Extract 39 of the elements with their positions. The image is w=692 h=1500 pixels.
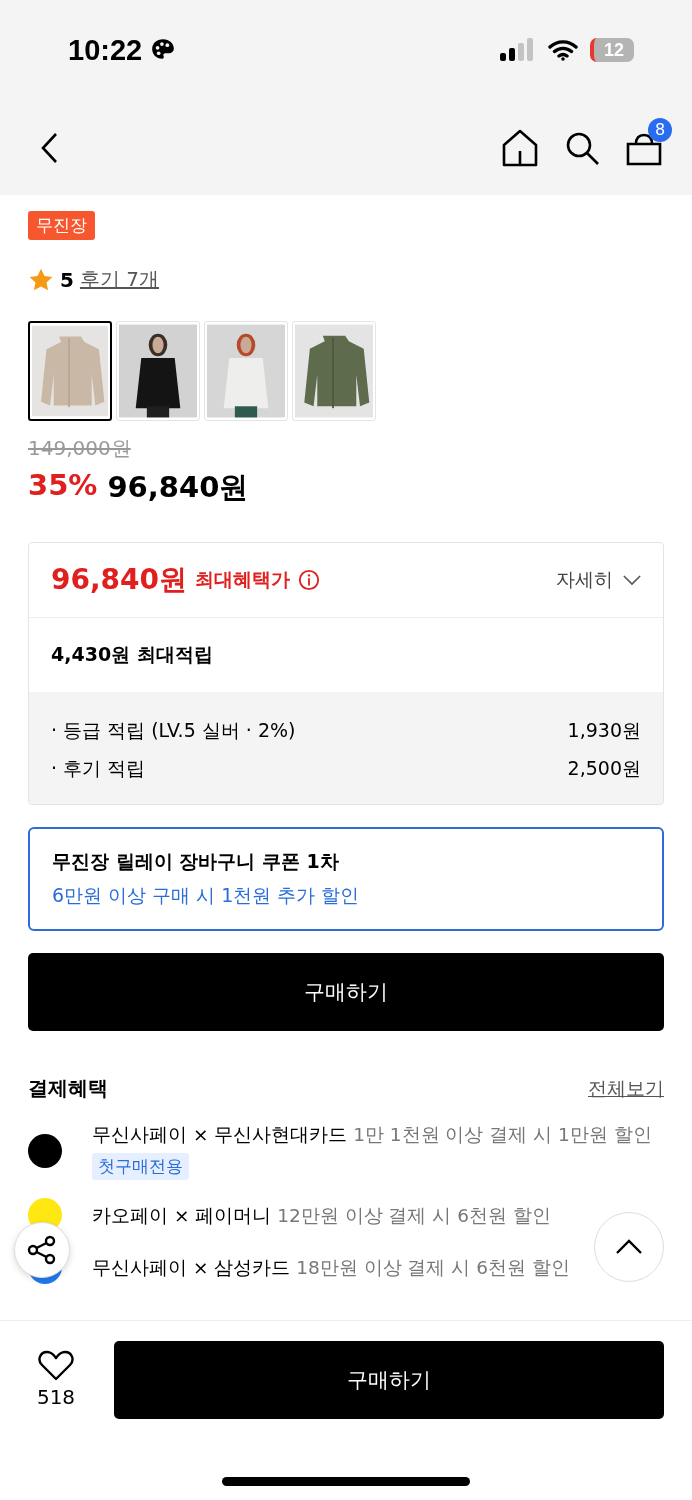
- max-benefit-label: 최대혜택가: [195, 567, 291, 592]
- max-benefit-price: 96,840원: [51, 562, 188, 598]
- payment-offer: 무신사페이 × 삼성카드 18만원 이상 결제 시 6천원 할인: [92, 1255, 570, 1280]
- details-button[interactable]: 자세히: [556, 567, 641, 593]
- clock-time: 10:22: [68, 33, 143, 67]
- buy-button[interactable]: 구매하기: [28, 953, 664, 1031]
- info-icon[interactable]: [298, 569, 321, 591]
- heart-icon[interactable]: [38, 1349, 74, 1381]
- payment-offer: 카오페이 × 페이머니 12만원 이상 결제 시 6천원 할인: [92, 1203, 551, 1228]
- chevron-down-icon: [623, 574, 641, 586]
- buy-button[interactable]: 구매하기: [114, 1341, 664, 1419]
- cart-count-badge: 8: [648, 117, 672, 142]
- payment-offer: 무신사페이 × 무신사현대카드 1만 1천원 이상 결제 시 1만원 할인: [92, 1123, 652, 1147]
- coupon-card[interactable]: 무진장 릴레이 장바구니 쿠폰 1차 6만원 이상 구매 시 1천원 추가 할인: [28, 827, 664, 931]
- points-value: 2,500원: [567, 756, 641, 781]
- back-icon[interactable]: [40, 131, 60, 164]
- points-label: · 등급 적립 (LV.5 실버 · 2%): [51, 718, 296, 743]
- like-count: 518: [36, 1385, 76, 1409]
- rating-score: 5: [60, 267, 74, 292]
- discount-rate: 35%: [28, 468, 98, 504]
- sale-price: 96,840원: [107, 469, 249, 506]
- original-price: 149,000원: [28, 435, 132, 462]
- share-icon: [27, 1235, 57, 1265]
- reviews-link[interactable]: 후기 7개: [79, 266, 159, 293]
- wifi-icon: [548, 39, 578, 61]
- coupon-description: 6만원 이상 구매 시 1천원 추가 할인: [52, 883, 361, 908]
- offer-tag: 첫구매전용: [92, 1153, 189, 1180]
- battery-indicator: 12: [590, 38, 634, 62]
- chevron-up-icon: [616, 1239, 642, 1255]
- points-total: 4,430원 최대적립: [50, 642, 214, 667]
- coupon-title: 무진장 릴레이 장바구니 쿠폰 1차: [52, 849, 340, 874]
- points-label: · 후기 적립: [51, 756, 146, 781]
- section-title: 결제혜택: [28, 1075, 108, 1102]
- home-icon[interactable]: [502, 128, 538, 167]
- brand-tag: 무진장: [28, 211, 95, 240]
- points-value: 1,930원: [567, 718, 641, 743]
- see-all-link[interactable]: 전체보기: [588, 1075, 664, 1102]
- signal-icon: [500, 38, 536, 62]
- share-button[interactable]: [14, 1222, 70, 1278]
